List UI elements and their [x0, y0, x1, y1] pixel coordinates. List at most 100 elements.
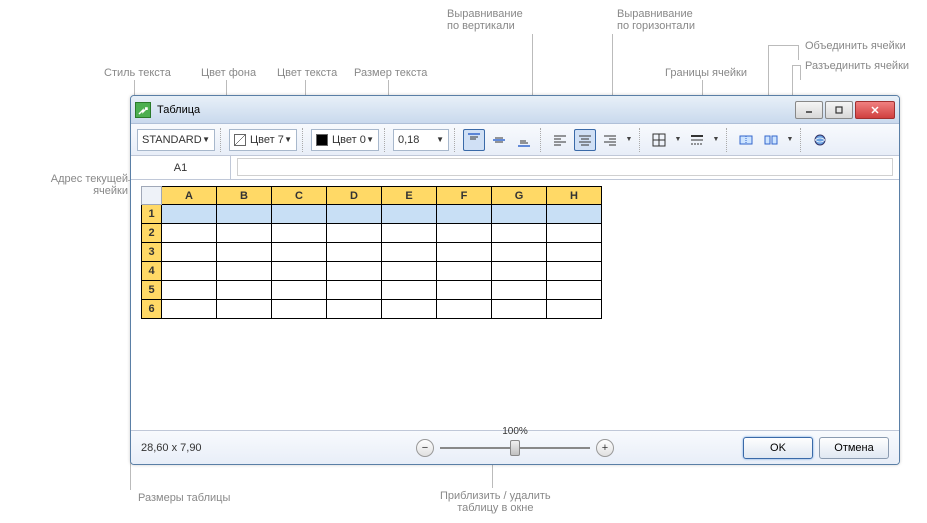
cell[interactable]: [217, 300, 272, 319]
cell[interactable]: [492, 262, 547, 281]
merge-dropdown[interactable]: ▼: [785, 129, 795, 151]
unmerge-cells-button[interactable]: [760, 129, 782, 151]
callout-valign: Выравнивание по вертикали: [447, 8, 523, 32]
cell[interactable]: [382, 224, 437, 243]
halign-right-button[interactable]: [599, 129, 621, 151]
cell[interactable]: [272, 243, 327, 262]
symbol-table-button[interactable]: [809, 129, 831, 151]
cell[interactable]: [217, 243, 272, 262]
valign-bottom-button[interactable]: [513, 129, 535, 151]
cell[interactable]: [547, 205, 602, 224]
callout-text-size: Размер текста: [354, 67, 427, 79]
cell-address-box[interactable]: A1: [131, 156, 231, 179]
cell[interactable]: [162, 243, 217, 262]
spreadsheet-grid[interactable]: A B C D E F G H 1 2 3 4 5 6: [141, 186, 602, 319]
select-all-corner[interactable]: [142, 187, 162, 205]
text-style-combo[interactable]: STANDARD ▼: [137, 129, 215, 151]
bg-color-combo[interactable]: Цвет 7 ▼: [229, 129, 297, 151]
cell[interactable]: [162, 224, 217, 243]
text-size-combo[interactable]: 0,18 ▼: [393, 129, 449, 151]
ok-button[interactable]: OK: [743, 437, 813, 459]
cell[interactable]: [492, 243, 547, 262]
exit-icon: [135, 102, 151, 118]
cell[interactable]: [382, 300, 437, 319]
halign-left-button[interactable]: [549, 129, 571, 151]
cell[interactable]: [382, 281, 437, 300]
cell[interactable]: [547, 281, 602, 300]
row-header[interactable]: 1: [142, 205, 162, 224]
cell[interactable]: [217, 224, 272, 243]
zoom-thumb[interactable]: [510, 440, 520, 456]
cell[interactable]: [492, 205, 547, 224]
text-color-combo[interactable]: Цвет 0 ▼: [311, 129, 379, 151]
cell[interactable]: [272, 205, 327, 224]
merge-cells-button[interactable]: [735, 129, 757, 151]
cell[interactable]: [547, 300, 602, 319]
valign-middle-button[interactable]: [488, 129, 510, 151]
halign-dropdown[interactable]: ▼: [624, 129, 634, 151]
zoom-out-button[interactable]: −: [416, 439, 434, 457]
cell[interactable]: [547, 262, 602, 281]
zoom-in-button[interactable]: +: [596, 439, 614, 457]
cell[interactable]: [382, 243, 437, 262]
window-controls: [795, 101, 895, 119]
close-button[interactable]: [855, 101, 895, 119]
column-header[interactable]: D: [327, 187, 382, 205]
zoom-slider[interactable]: 100%: [440, 440, 590, 456]
cell[interactable]: [437, 205, 492, 224]
cell[interactable]: [217, 205, 272, 224]
maximize-button[interactable]: [825, 101, 853, 119]
cell[interactable]: [547, 224, 602, 243]
cell[interactable]: [162, 281, 217, 300]
cell[interactable]: [327, 224, 382, 243]
cell[interactable]: [162, 262, 217, 281]
cell[interactable]: [327, 300, 382, 319]
row-header[interactable]: 2: [142, 224, 162, 243]
cell[interactable]: [162, 205, 217, 224]
border-style-dropdown[interactable]: ▼: [711, 129, 721, 151]
row-header[interactable]: 6: [142, 300, 162, 319]
cell[interactable]: [437, 300, 492, 319]
cell[interactable]: [492, 281, 547, 300]
cell[interactable]: [437, 281, 492, 300]
borders-dropdown[interactable]: ▼: [673, 129, 683, 151]
halign-center-button[interactable]: [574, 129, 596, 151]
cell[interactable]: [382, 262, 437, 281]
minimize-button[interactable]: [795, 101, 823, 119]
column-header[interactable]: G: [492, 187, 547, 205]
cell[interactable]: [547, 243, 602, 262]
titlebar: Таблица: [131, 96, 899, 124]
borders-all-button[interactable]: [648, 129, 670, 151]
row-header[interactable]: 3: [142, 243, 162, 262]
cell[interactable]: [327, 243, 382, 262]
border-style-button[interactable]: [686, 129, 708, 151]
cancel-button[interactable]: Отмена: [819, 437, 889, 459]
cell[interactable]: [492, 224, 547, 243]
cell[interactable]: [437, 262, 492, 281]
cell[interactable]: [162, 300, 217, 319]
row-header[interactable]: 4: [142, 262, 162, 281]
column-header[interactable]: B: [217, 187, 272, 205]
cell[interactable]: [327, 281, 382, 300]
column-header[interactable]: F: [437, 187, 492, 205]
cell[interactable]: [437, 243, 492, 262]
cell[interactable]: [272, 300, 327, 319]
cell[interactable]: [217, 281, 272, 300]
cell[interactable]: [492, 300, 547, 319]
cell[interactable]: [327, 262, 382, 281]
column-header[interactable]: C: [272, 187, 327, 205]
text-color-swatch: [316, 134, 328, 146]
row-header[interactable]: 5: [142, 281, 162, 300]
cell[interactable]: [382, 205, 437, 224]
cell[interactable]: [437, 224, 492, 243]
cell[interactable]: [327, 205, 382, 224]
cell[interactable]: [272, 281, 327, 300]
column-header[interactable]: H: [547, 187, 602, 205]
cell[interactable]: [217, 262, 272, 281]
cell[interactable]: [272, 224, 327, 243]
formula-input[interactable]: [237, 158, 893, 176]
column-header[interactable]: A: [162, 187, 217, 205]
valign-top-button[interactable]: [463, 129, 485, 151]
cell[interactable]: [272, 262, 327, 281]
column-header[interactable]: E: [382, 187, 437, 205]
